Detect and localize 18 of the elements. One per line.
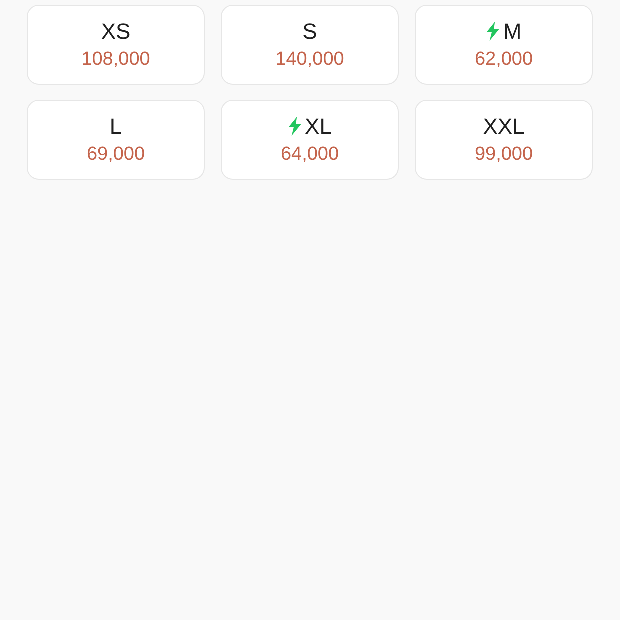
price-text: 108,000 [82, 48, 150, 70]
price-text: 69,000 [86, 144, 146, 166]
size-label: L [110, 114, 122, 138]
size-label: S [302, 20, 318, 44]
size-option[interactable]: XS 108,000 [27, 5, 205, 85]
size-option[interactable]: M 62,000 [415, 5, 593, 85]
size-option[interactable]: XXL 99,000 [415, 100, 593, 180]
size-label: XL [305, 114, 332, 138]
price-text: 140,000 [276, 48, 344, 70]
size-option[interactable]: XL 64,000 [221, 100, 399, 180]
size-option[interactable]: S 140,000 [221, 5, 399, 85]
price-text: 99,000 [474, 144, 534, 166]
size-label: M [503, 20, 522, 44]
size-option[interactable]: L 69,000 [27, 100, 205, 180]
price-text: 64,000 [280, 144, 340, 166]
price-text: 62,000 [474, 48, 534, 70]
size-label: XXL [483, 114, 525, 138]
size-label: XS [101, 20, 131, 44]
